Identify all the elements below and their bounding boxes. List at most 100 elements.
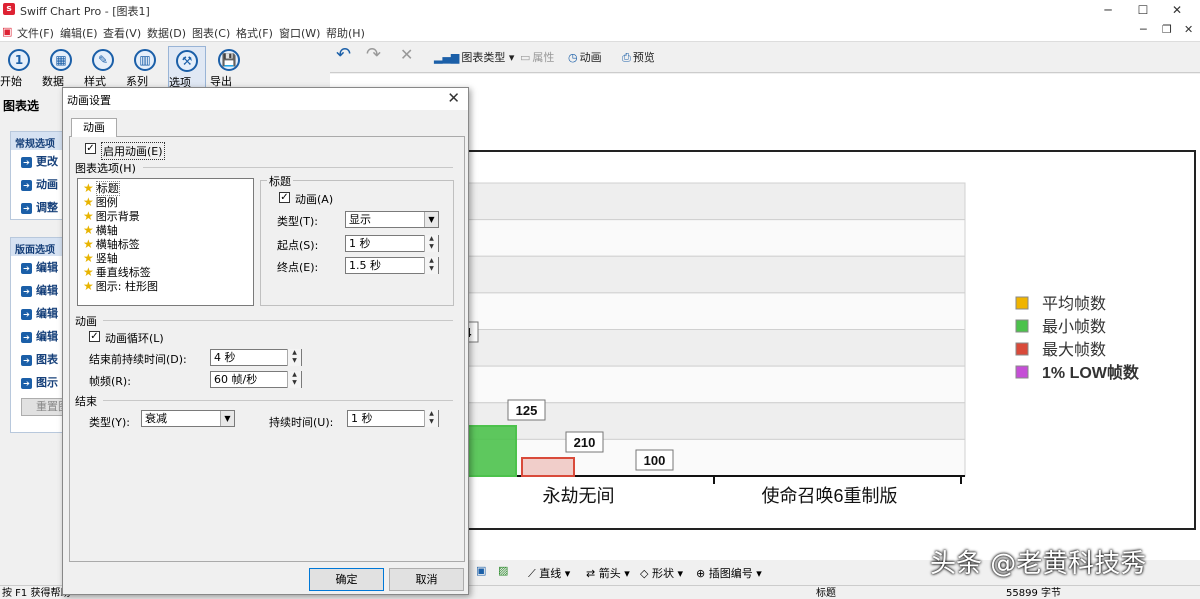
menu-file[interactable]: 文件(F)	[17, 25, 54, 41]
menu-data[interactable]: 数据(D)	[147, 25, 186, 41]
menu-chart[interactable]: 图表(C)	[192, 25, 230, 41]
arrow-icon: ➔	[21, 180, 32, 191]
properties-icon: ▭	[520, 51, 531, 64]
tree-item-x-axis-labels[interactable]: ★ 横轴标签	[83, 237, 140, 251]
side-item-edit[interactable]: ➔ 编辑	[11, 256, 63, 279]
end-type-label: 类型(Y):	[89, 416, 131, 429]
chart-type-button[interactable]: ▂▄▆ 图表类型 ▾	[434, 48, 514, 68]
side-item-animation[interactable]: ➔ 动画	[11, 173, 63, 196]
title-anim-checkbox[interactable]: ✓	[279, 192, 290, 203]
end-spinner[interactable]: ▲ ▼	[424, 257, 438, 274]
menu-edit[interactable]: 编辑(E)	[60, 25, 98, 41]
series-button[interactable]: ▥ 系列	[126, 46, 164, 90]
image-icon[interactable]: ▣	[476, 564, 486, 577]
tree-item-legend[interactable]: ★ 图例	[83, 195, 118, 209]
tree-item-y-axis[interactable]: ★ 竖轴	[83, 251, 118, 265]
fps-spinner[interactable]: ▲ ▼	[287, 371, 301, 388]
tree-item-x-axis[interactable]: ★ 横轴	[83, 223, 118, 237]
insert-number-tool[interactable]: ⊕ 插图编号 ▾	[696, 565, 762, 581]
export-button[interactable]: 💾 导出	[210, 46, 248, 90]
close-icon[interactable]: ✕	[1154, 0, 1200, 20]
mdi-minimize-icon[interactable]: ─	[1140, 23, 1147, 36]
arrow-icon: ➔	[21, 263, 32, 274]
chart-options-tree[interactable]: ★ 标题 ★ 图例 ★ 图示背景 ★ 横轴 ★ 横轴标签 ★ 竖轴 ★ 垂直线标签 ★ 图示: …	[77, 178, 254, 306]
options-icon: ⚒	[176, 50, 198, 72]
star-icon: ★	[83, 265, 94, 279]
start-spinner[interactable]: ▲ ▼	[424, 235, 438, 252]
menu-window[interactable]: 窗口(W)	[279, 25, 320, 41]
end-duration-label: 持续时间(U):	[269, 416, 334, 429]
side-panel: 图表选 常规选项 ➔ 更改 ➔ 动画 ➔ 调整 版面选项 ➔ 编辑 ➔ 编辑 ➔ 编辑 ➔ 编…	[0, 93, 71, 595]
tree-item-title[interactable]: ★ 标题	[83, 181, 120, 196]
type-select[interactable]: 显示 ▼	[345, 211, 439, 228]
preview-button[interactable]: ⎙ 预览	[622, 48, 655, 68]
line-tool[interactable]: ⟋ 直线 ▾	[528, 565, 570, 581]
tree-item-bar-plot[interactable]: ★ 图示: 柱形图	[83, 279, 158, 293]
mdi-close-icon[interactable]: ✕	[1184, 23, 1193, 36]
preview-icon: ⎙	[622, 51, 631, 64]
end-section-label: 结束	[75, 395, 97, 408]
menu-format[interactable]: 格式(F)	[236, 25, 273, 41]
end-label: 终点(E):	[277, 261, 319, 274]
properties-button[interactable]: ▭ 属性	[520, 48, 554, 68]
undo-icon[interactable]: ↶	[336, 45, 351, 65]
chart-options-label: 图表选项(H)	[75, 162, 136, 175]
divider	[103, 320, 453, 321]
start-icon: 1	[8, 49, 30, 71]
side-item-edit[interactable]: ➔ 编辑	[11, 279, 63, 302]
data-label: 125	[516, 403, 538, 418]
side-panel-header: 图表选	[3, 99, 40, 113]
chevron-down-icon: ▼	[424, 212, 438, 227]
grid-band	[463, 292, 966, 330]
tree-item-vline-labels[interactable]: ★ 垂直线标签	[83, 265, 151, 279]
app-icon: s	[3, 3, 15, 15]
main-toolbar: 1 开始 ▦ 数据 ✎ 样式 ▥ 系列 ⚒ 选项 💾 导出	[0, 43, 328, 93]
ok-button[interactable]: 确定	[309, 568, 384, 591]
grid-band	[463, 365, 966, 404]
style-button[interactable]: ✎ 样式	[84, 46, 122, 90]
grid-band	[463, 255, 966, 294]
tree-item-plot-bg[interactable]: ★ 图示背景	[83, 209, 140, 223]
picture-icon[interactable]: ▨	[498, 564, 508, 577]
animation-button[interactable]: ◷ 动画	[568, 48, 602, 68]
cancel-button[interactable]: 取消	[389, 568, 464, 591]
options-button[interactable]: ⚒ 选项	[168, 46, 206, 90]
export-icon: 💾	[218, 49, 240, 71]
status-help: 按 F1 获得帮助	[2, 588, 71, 599]
side-item-edit[interactable]: ➔ 编辑	[11, 302, 63, 325]
end-type-select[interactable]: 衰减 ▼	[141, 410, 235, 427]
start-button[interactable]: 1 开始	[0, 46, 38, 90]
menu-help[interactable]: 帮助(H)	[326, 25, 365, 41]
side-item-chart[interactable]: ➔ 图表	[11, 348, 63, 371]
end-duration-spinner[interactable]: ▲ ▼	[424, 410, 438, 427]
tab-animation[interactable]: 动画	[71, 118, 117, 137]
shape-tool[interactable]: ◇ 形状 ▾	[640, 565, 683, 581]
arrow-icon: ➔	[21, 286, 32, 297]
duration-spinner[interactable]: ▲ ▼	[287, 349, 301, 366]
legend-label: 最小帧数	[1042, 318, 1106, 336]
duration-label: 结束前持续时间(D):	[89, 353, 187, 366]
mdi-restore-icon[interactable]: ❐	[1162, 23, 1172, 36]
loop-checkbox[interactable]: ✓	[89, 331, 100, 342]
dialog-close-icon[interactable]: ✕	[447, 89, 460, 107]
enable-animation-checkbox[interactable]: ✓	[85, 143, 96, 154]
side-item-change[interactable]: ➔ 更改	[11, 150, 63, 173]
divider	[143, 167, 453, 168]
arrow-icon: ➔	[21, 378, 32, 389]
doc-icon[interactable]: ▣	[2, 25, 12, 38]
arrow-icon: ➔	[21, 332, 32, 343]
general-options-group: 常规选项 ➔ 更改 ➔ 动画 ➔ 调整	[10, 131, 64, 220]
data-label: 100	[644, 453, 666, 468]
menu-bar: ▣ 文件(F) 编辑(E) 查看(V) 数据(D) 图表(C) 格式(F) 窗口…	[0, 20, 1200, 42]
chart-toolbar: ↶ ↷ ✕ ▂▄▆ 图表类型 ▾ ▭ 属性 ◷ 动画 ⎙ 预览	[330, 43, 1200, 73]
side-item-edit[interactable]: ➔ 编辑	[11, 325, 63, 348]
redo-icon[interactable]: ↷	[366, 45, 381, 65]
side-item-adjust[interactable]: ➔ 调整	[11, 196, 63, 219]
menu-view[interactable]: 查看(V)	[103, 25, 141, 41]
clock-icon: ◷	[568, 51, 578, 64]
arrow-tool[interactable]: ⇄ 箭头 ▾	[586, 565, 630, 581]
side-item-plot[interactable]: ➔ 图示	[11, 371, 63, 394]
delete-icon[interactable]: ✕	[400, 45, 413, 65]
data-button[interactable]: ▦ 数据	[42, 46, 80, 90]
watermark: 头条 @老黄科技秀	[930, 549, 1147, 579]
